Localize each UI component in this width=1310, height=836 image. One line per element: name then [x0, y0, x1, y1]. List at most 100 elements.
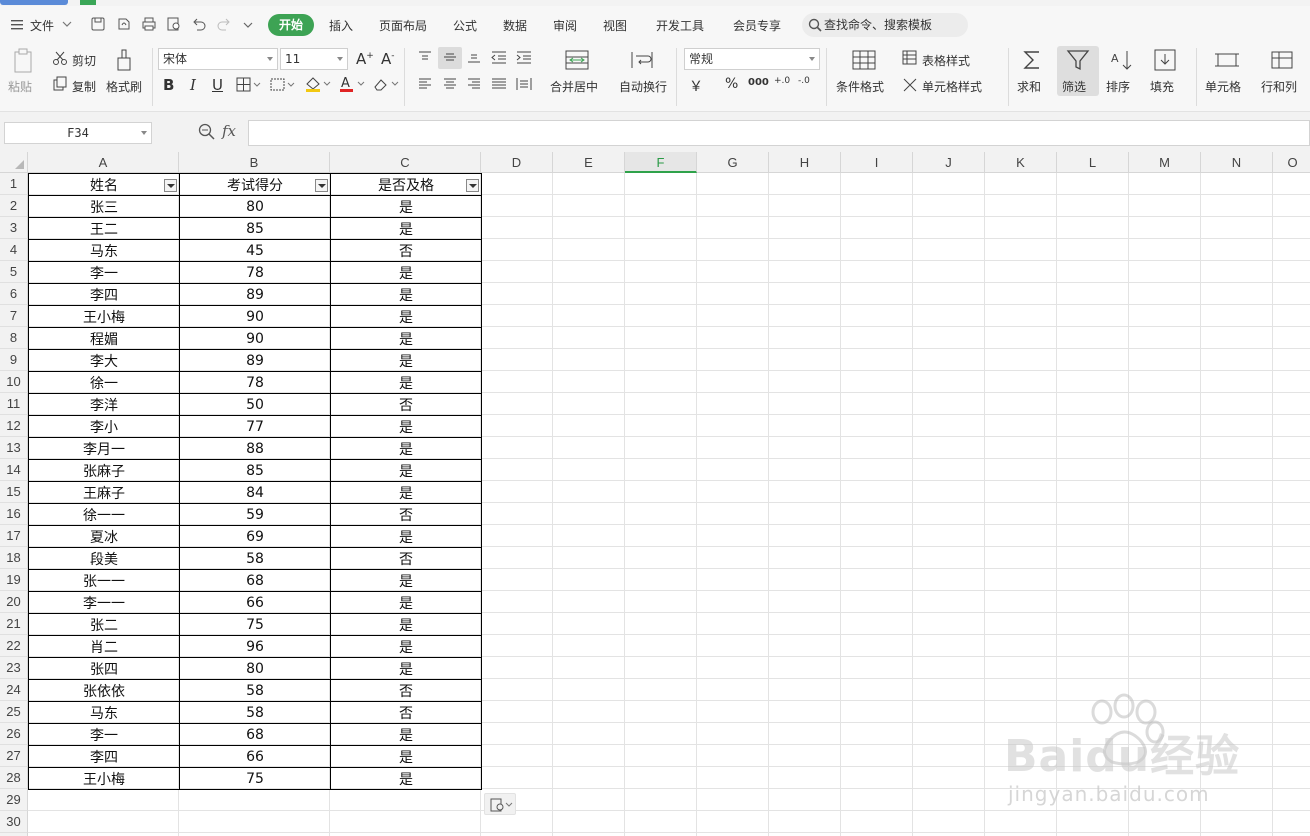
- zoom-formula-icon[interactable]: [198, 123, 216, 141]
- tab-view[interactable]: 视图: [603, 17, 627, 34]
- table-cell[interactable]: 68: [179, 569, 331, 592]
- print-icon[interactable]: [141, 16, 157, 32]
- align-right-icon[interactable]: [467, 77, 481, 91]
- table-style-icon[interactable]: [902, 50, 918, 66]
- table-cell[interactable]: 王麻子: [28, 481, 180, 504]
- table-cell[interactable]: 是: [330, 481, 482, 504]
- table-cell[interactable]: 80: [179, 657, 331, 680]
- sum-icon[interactable]: [1021, 48, 1043, 72]
- sort-button[interactable]: 排序: [1106, 78, 1130, 95]
- tab-insert[interactable]: 插入: [329, 17, 353, 34]
- table-cell[interactable]: 58: [179, 547, 331, 570]
- table-cell[interactable]: 是: [330, 415, 482, 438]
- table-cell[interactable]: 张三: [28, 195, 180, 218]
- table-cell[interactable]: 是: [330, 283, 482, 306]
- merge-center-icon[interactable]: [564, 48, 590, 72]
- row-header-28[interactable]: 28: [0, 767, 28, 789]
- copy-icon[interactable]: [52, 76, 68, 92]
- undo-icon[interactable]: [191, 16, 207, 32]
- cell-button[interactable]: 单元格: [1205, 78, 1241, 95]
- table-cell[interactable]: 80: [179, 195, 331, 218]
- table-cell[interactable]: 马东: [28, 239, 180, 262]
- cut-button[interactable]: 剪切: [72, 52, 96, 69]
- currency-icon[interactable]: ￥: [689, 76, 703, 96]
- column-header-c[interactable]: C: [330, 152, 481, 173]
- table-cell[interactable]: 否: [330, 393, 482, 416]
- save-icon[interactable]: [90, 16, 106, 32]
- table-cell[interactable]: 85: [179, 459, 331, 482]
- insert-function-icon[interactable]: fx: [222, 122, 236, 140]
- table-cell[interactable]: 是: [330, 459, 482, 482]
- table-cell[interactable]: 徐一一: [28, 503, 180, 526]
- copy-button[interactable]: 复制: [72, 78, 96, 95]
- row-header-27[interactable]: 27: [0, 745, 28, 767]
- tab-page-layout[interactable]: 页面布局: [379, 17, 427, 34]
- column-header-m[interactable]: M: [1129, 152, 1201, 173]
- row-header-14[interactable]: 14: [0, 459, 28, 481]
- cell-style-format-icon[interactable]: [902, 76, 918, 92]
- formula-input[interactable]: [248, 120, 1310, 146]
- table-cell[interactable]: 75: [179, 613, 331, 636]
- row-header-26[interactable]: 26: [0, 723, 28, 745]
- table-cell[interactable]: 李一: [28, 723, 180, 746]
- table-cell[interactable]: 89: [179, 349, 331, 372]
- table-cell[interactable]: 张依依: [28, 679, 180, 702]
- table-cell[interactable]: 是: [330, 349, 482, 372]
- table-cell[interactable]: 59: [179, 503, 331, 526]
- table-cell[interactable]: 李四: [28, 745, 180, 768]
- column-header-g[interactable]: G: [697, 152, 769, 173]
- sort-icon[interactable]: A: [1109, 48, 1135, 72]
- menu-file[interactable]: 文件: [30, 17, 54, 34]
- row-header-19[interactable]: 19: [0, 569, 28, 591]
- table-cell[interactable]: 是: [330, 657, 482, 680]
- table-cell[interactable]: 李一: [28, 261, 180, 284]
- row-header-24[interactable]: 24: [0, 679, 28, 701]
- increase-font-size-icon[interactable]: A+: [356, 50, 374, 68]
- merge-center-button[interactable]: 合并居中: [550, 78, 598, 95]
- border-icon[interactable]: [236, 77, 262, 93]
- table-cell[interactable]: 是: [330, 261, 482, 284]
- column-header-b[interactable]: B: [179, 152, 330, 173]
- sheet-tab-indicator[interactable]: [80, 0, 96, 5]
- column-header-l[interactable]: L: [1057, 152, 1129, 173]
- table-cell[interactable]: 否: [330, 503, 482, 526]
- row-header-2[interactable]: 2: [0, 195, 28, 217]
- export-pdf-icon[interactable]: [116, 16, 132, 32]
- table-cell[interactable]: 张麻子: [28, 459, 180, 482]
- column-header-f[interactable]: F: [625, 152, 697, 173]
- table-cell[interactable]: 李一一: [28, 591, 180, 614]
- table-cell[interactable]: 张四: [28, 657, 180, 680]
- tab-review[interactable]: 审阅: [553, 17, 577, 34]
- row-header-3[interactable]: 3: [0, 217, 28, 239]
- tab-developer[interactable]: 开发工具: [656, 17, 704, 34]
- row-header-8[interactable]: 8: [0, 327, 28, 349]
- table-cell[interactable]: 王小梅: [28, 767, 180, 790]
- table-cell[interactable]: 王小梅: [28, 305, 180, 328]
- table-cell[interactable]: 78: [179, 371, 331, 394]
- table-cell[interactable]: 是: [330, 613, 482, 636]
- row-header-11[interactable]: 11: [0, 393, 28, 415]
- table-cell[interactable]: 李四: [28, 283, 180, 306]
- row-header-10[interactable]: 10: [0, 371, 28, 393]
- row-header-5[interactable]: 5: [0, 261, 28, 283]
- row-header-23[interactable]: 23: [0, 657, 28, 679]
- table-cell[interactable]: 85: [179, 217, 331, 240]
- distributed-icon[interactable]: [516, 77, 532, 91]
- wrap-text-button[interactable]: 自动换行: [619, 78, 667, 95]
- tab-member[interactable]: 会员专享: [733, 17, 781, 34]
- justify-icon[interactable]: [491, 77, 507, 91]
- paste-icon[interactable]: [12, 48, 36, 74]
- table-cell[interactable]: 张二: [28, 613, 180, 636]
- table-cell[interactable]: 66: [179, 745, 331, 768]
- header-cell[interactable]: 考试得分: [179, 173, 331, 196]
- table-cell[interactable]: 是: [330, 767, 482, 790]
- command-search-box[interactable]: 查找命令、搜索模板: [802, 13, 968, 37]
- filter-dropdown-icon[interactable]: [466, 179, 479, 192]
- row-header-16[interactable]: 16: [0, 503, 28, 525]
- table-cell[interactable]: 是: [330, 635, 482, 658]
- table-cell[interactable]: 88: [179, 437, 331, 460]
- table-cell[interactable]: 68: [179, 723, 331, 746]
- table-cell[interactable]: 是: [330, 217, 482, 240]
- table-cell[interactable]: 李小: [28, 415, 180, 438]
- tab-data[interactable]: 数据: [503, 17, 527, 34]
